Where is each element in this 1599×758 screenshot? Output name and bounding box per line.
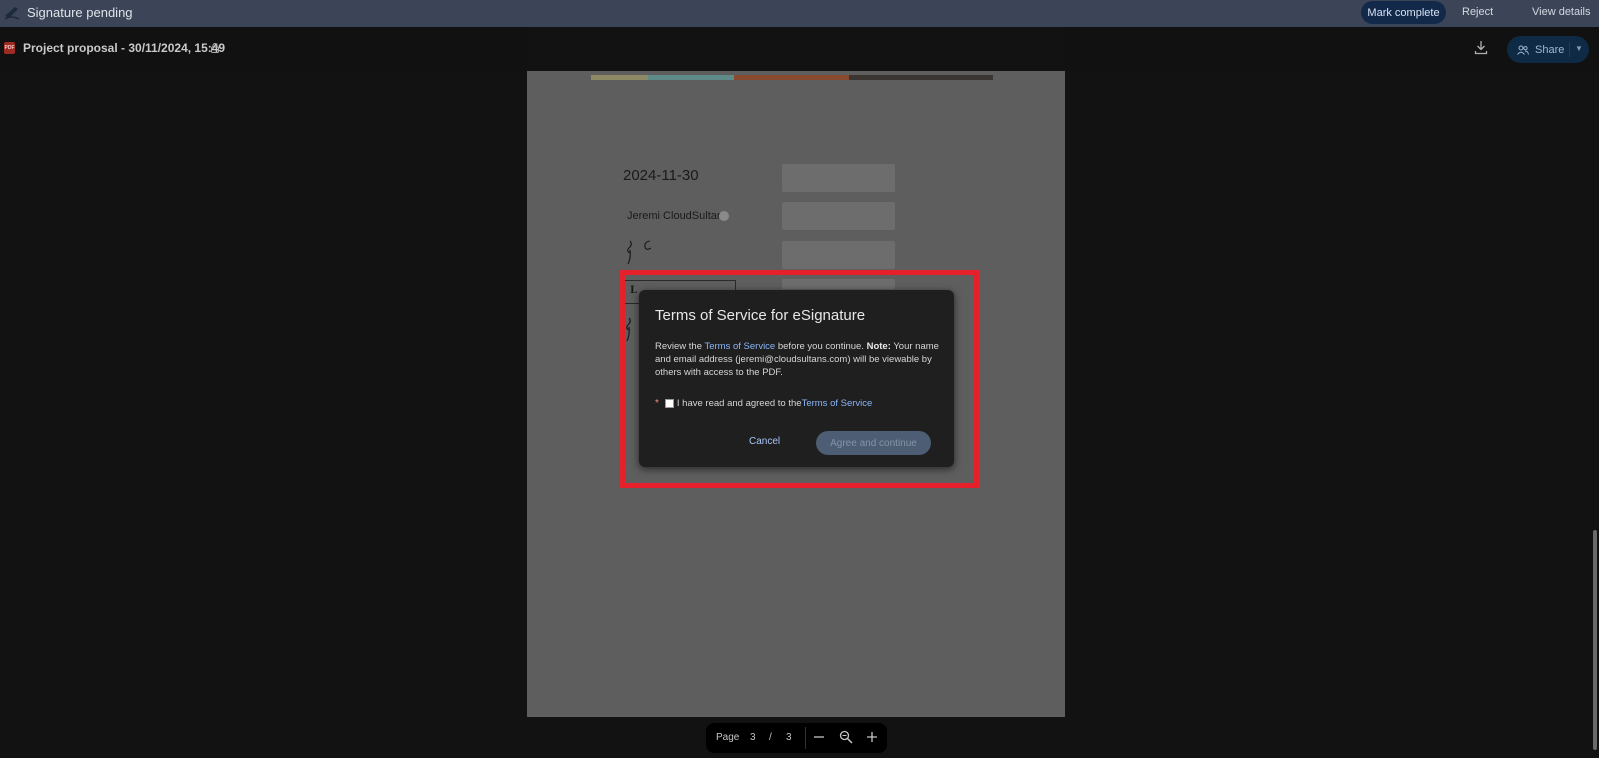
required-mark: *	[655, 398, 659, 409]
file-title: Project proposal - 30/11/2024, 15:49	[23, 41, 226, 55]
agree-continue-button[interactable]: Agree and continue	[816, 431, 931, 455]
page-separator: /	[769, 732, 772, 743]
zoom-out-icon[interactable]	[813, 730, 825, 744]
zoom-in-icon[interactable]	[866, 730, 878, 744]
terms-dialog: Terms of Service for eSignature Review t…	[639, 290, 954, 467]
share-label: Share	[1535, 43, 1565, 56]
signature-field[interactable]	[782, 202, 895, 230]
nav-divider	[805, 727, 806, 749]
signer-name: Jeremi CloudSultan	[627, 210, 729, 222]
agree-checkbox-row: * I have read and agreed to the Terms of…	[655, 398, 872, 409]
page-top-strip	[527, 27, 1065, 71]
document-date: 2024-11-30	[623, 167, 699, 184]
color-strip-segment	[591, 75, 648, 80]
top-status-bar: Signature pending Mark complete Reject V…	[0, 0, 1599, 27]
color-strip-segment	[734, 75, 849, 80]
reject-button[interactable]: Reject	[1462, 6, 1493, 18]
zoom-icon[interactable]	[839, 730, 853, 744]
signature-field[interactable]	[782, 241, 895, 269]
signature-pen-icon	[4, 7, 20, 20]
share-divider	[1569, 42, 1570, 57]
dialog-title: Terms of Service for eSignature	[655, 307, 866, 324]
cursor-circle-icon	[719, 211, 729, 222]
page-label: Page	[716, 732, 740, 743]
download-icon[interactable]	[1474, 40, 1488, 55]
color-strip-segment	[849, 75, 993, 80]
page-navigation: Page 3 / 3	[706, 723, 887, 753]
people-icon	[1517, 45, 1529, 55]
signature-initials-icon	[627, 240, 652, 265]
scrollbar[interactable]	[1593, 530, 1597, 750]
total-pages: 3	[786, 732, 792, 743]
agree-checkbox[interactable]	[664, 399, 674, 408]
dialog-body: Review the Terms of Service before you c…	[655, 341, 939, 378]
mark-complete-button[interactable]: Mark complete	[1361, 1, 1446, 24]
share-dropdown-icon[interactable]: ▼	[1575, 44, 1583, 53]
terms-link-checkbox[interactable]: Terms of Service	[802, 398, 873, 409]
color-strip-segment	[648, 75, 734, 80]
terms-link[interactable]: Terms of Service	[704, 341, 775, 352]
pdf-file-icon: PDF	[4, 42, 15, 54]
signature-status: Signature pending	[27, 5, 133, 20]
current-page-input[interactable]: 3	[750, 732, 756, 743]
agree-checkbox-label: I have read and agreed to the	[676, 398, 802, 409]
view-details-button[interactable]: View details	[1532, 6, 1591, 18]
lock-icon	[211, 43, 219, 53]
signature-field[interactable]	[782, 164, 895, 192]
share-button[interactable]: Share ▼	[1507, 36, 1589, 63]
cancel-button[interactable]: Cancel	[749, 436, 780, 447]
